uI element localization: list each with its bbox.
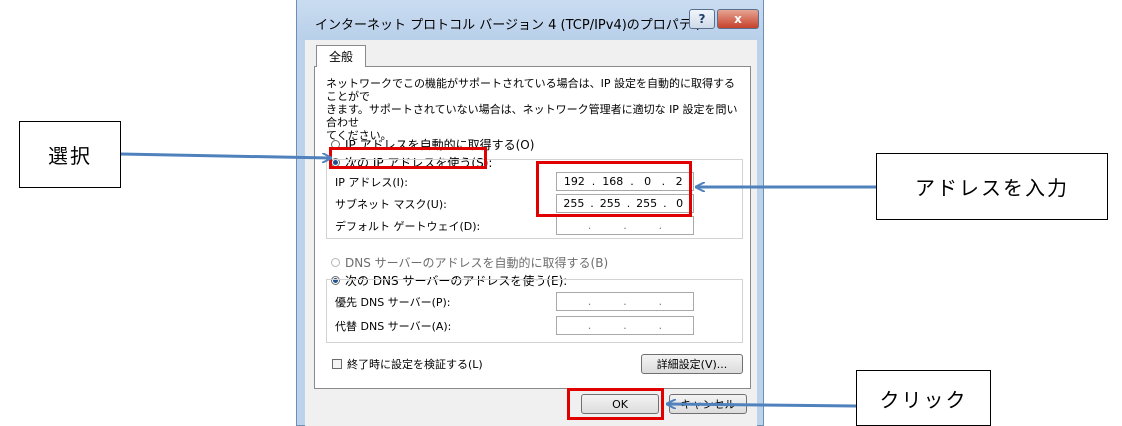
arrow-to-ok xyxy=(668,404,857,406)
callout-click: クリック xyxy=(856,370,991,426)
callout-enter-address: アドレスを入力 xyxy=(876,153,1108,220)
arrow-to-radio xyxy=(119,152,330,158)
callout-select: 選択 xyxy=(19,121,121,188)
tab-general[interactable]: 全般 xyxy=(316,45,366,67)
